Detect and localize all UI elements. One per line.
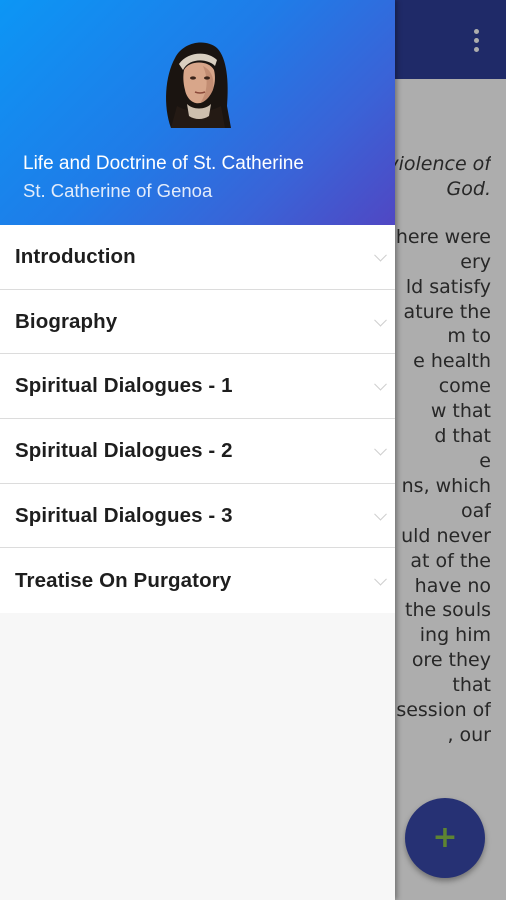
drawer-menu: Introduction Biography Spiritual Dialogu… [0, 225, 395, 614]
menu-item-label: Spiritual Dialogues - 2 [15, 438, 233, 462]
menu-item-spiritual-dialogues-3[interactable]: Spiritual Dialogues - 3 [0, 484, 395, 549]
menu-item-label: Spiritual Dialogues - 1 [15, 374, 233, 398]
chevron-down-icon [374, 572, 387, 586]
navigation-drawer: Life and Doctrine of St. Catherine St. C… [0, 0, 395, 900]
menu-item-spiritual-dialogues-2[interactable]: Spiritual Dialogues - 2 [0, 419, 395, 484]
menu-item-label: Introduction [15, 244, 136, 268]
app-title: Life and Doctrine of St. Catherine [23, 153, 304, 174]
menu-item-label: Biography [15, 309, 118, 333]
drawer-header: Life and Doctrine of St. Catherine St. C… [0, 0, 395, 225]
saint-portrait-icon [166, 42, 231, 128]
app-subtitle: St. Catherine of Genoa [23, 180, 213, 201]
chevron-down-icon [374, 313, 387, 327]
menu-item-introduction[interactable]: Introduction [0, 225, 395, 290]
menu-item-spiritual-dialogues-1[interactable]: Spiritual Dialogues - 1 [0, 354, 395, 420]
menu-item-treatise-on-purgatory[interactable]: Treatise On Purgatory [0, 548, 395, 613]
menu-item-label: Treatise On Purgatory [15, 568, 232, 592]
menu-item-label: Spiritual Dialogues - 3 [15, 503, 233, 527]
chevron-down-icon [374, 378, 387, 391]
chevron-down-icon [374, 507, 387, 521]
menu-item-biography[interactable]: Biography [0, 290, 395, 355]
chevron-down-icon [374, 442, 387, 456]
chevron-down-icon [374, 248, 387, 262]
